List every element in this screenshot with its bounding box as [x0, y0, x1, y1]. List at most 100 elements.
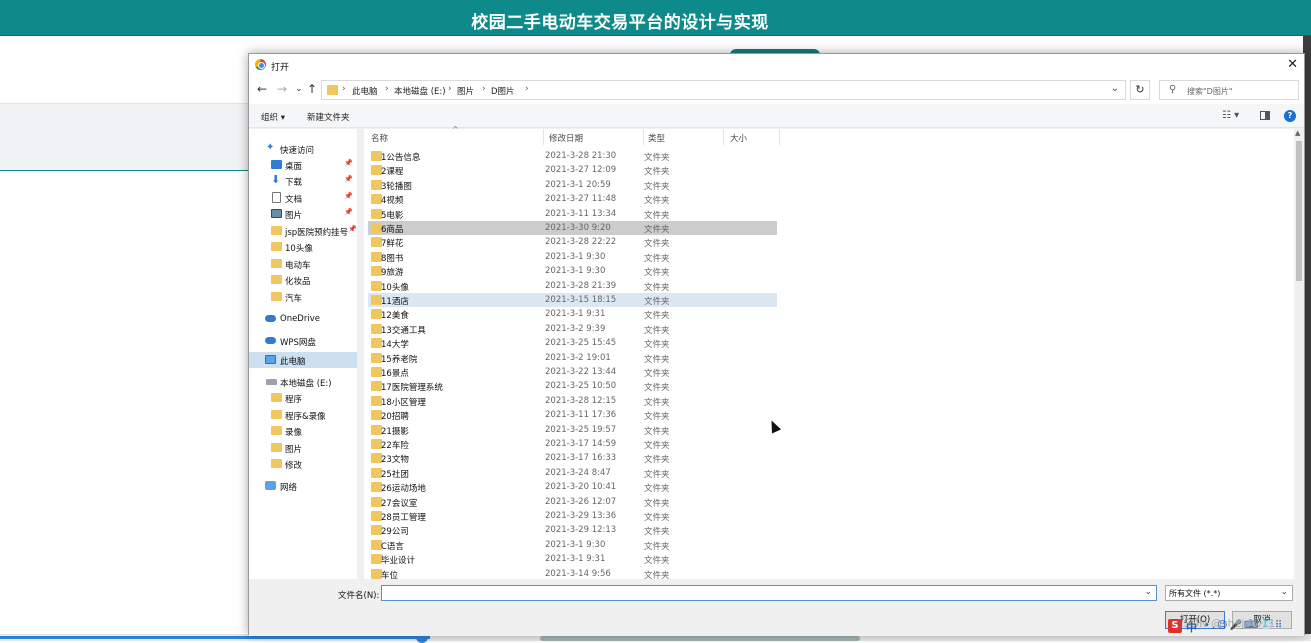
- recent-locations-icon[interactable]: ⌄: [295, 84, 303, 94]
- scroll-up-icon[interactable]: ▲: [1295, 129, 1300, 137]
- nav-item-cosmetics-folder[interactable]: 化妆品: [249, 272, 357, 288]
- nav-item-edit-folder[interactable]: 修改: [249, 456, 357, 472]
- chevron-down-icon[interactable]: ⌄: [1111, 83, 1119, 94]
- file-name: 14大学: [381, 340, 409, 351]
- file-row[interactable]: 26运动场地 2021-3-20 10:41 文件夹: [368, 480, 777, 494]
- column-name-header[interactable]: 名称: [371, 132, 388, 144]
- refresh-icon[interactable]: ↻: [1130, 80, 1150, 100]
- file-row[interactable]: 9旅游 2021-3-1 9:30 文件夹: [368, 264, 777, 278]
- chevron-down-icon[interactable]: ⌄: [1280, 587, 1288, 597]
- file-type-select[interactable]: 所有文件 (*.*) ⌄: [1165, 585, 1293, 601]
- chrome-icon: [255, 59, 266, 70]
- nav-item-pictures[interactable]: 图片 📌: [249, 206, 357, 222]
- column-type-header[interactable]: 类型: [648, 132, 665, 144]
- file-row[interactable]: 10头像 2021-3-28 21:39 文件夹: [368, 279, 777, 293]
- column-divider[interactable]: [543, 129, 544, 145]
- file-row[interactable]: 18小区管理 2021-3-28 12:15 文件夹: [368, 394, 777, 408]
- filename-input[interactable]: ⌄: [381, 585, 1157, 601]
- breadcrumb-item[interactable]: D图片: [491, 85, 515, 97]
- close-icon[interactable]: ✕: [1287, 57, 1298, 72]
- column-divider[interactable]: [723, 129, 724, 145]
- nav-item-label: 网络: [280, 483, 298, 493]
- new-folder-button[interactable]: 新建文件夹: [307, 111, 350, 123]
- file-row[interactable]: 11酒店 2021-3-15 18:15 文件夹: [368, 293, 777, 307]
- file-row[interactable]: 14大学 2021-3-25 15:45 文件夹: [368, 336, 777, 350]
- file-row[interactable]: 5电影 2021-3-11 13:34 文件夹: [368, 207, 777, 221]
- file-row[interactable]: 2课程 2021-3-27 12:09 文件夹: [368, 163, 777, 177]
- up-arrow-icon[interactable]: ↑: [307, 82, 317, 96]
- file-row[interactable]: 12美食 2021-3-1 9:31 文件夹: [368, 307, 777, 321]
- nav-item-quick-access[interactable]: ✦ 快速访问: [249, 141, 357, 157]
- vertical-scrollbar[interactable]: ▲: [1294, 129, 1304, 579]
- file-date: 2021-3-25 15:45: [545, 338, 617, 349]
- file-row[interactable]: 8图书 2021-3-1 9:30 文件夹: [368, 250, 777, 264]
- file-type-value: 所有文件 (*.*): [1169, 589, 1221, 598]
- file-row[interactable]: 20招聘 2021-3-11 17:36 文件夹: [368, 408, 777, 422]
- file-row[interactable]: 17医院管理系统 2021-3-25 10:50 文件夹: [368, 379, 777, 393]
- progress-track: [0, 636, 430, 639]
- column-date-header[interactable]: 修改日期: [549, 132, 583, 144]
- nav-item-downloads[interactable]: ⬇ 下载 📌: [249, 173, 357, 189]
- nav-item-jsp-hospital[interactable]: jsp医院预约挂号 📌: [249, 223, 357, 239]
- file-row[interactable]: C语言 2021-3-1 9:30 文件夹: [368, 538, 777, 552]
- nav-item-programs-video-folder[interactable]: 程序&录像: [249, 407, 357, 423]
- scrollbar-thumb[interactable]: [1296, 141, 1302, 281]
- nav-item-desktop[interactable]: 桌面 📌: [249, 157, 357, 173]
- file-row[interactable]: 22车险 2021-3-17 14:59 文件夹: [368, 437, 777, 451]
- file-row[interactable]: 13交通工具 2021-3-2 9:39 文件夹: [368, 322, 777, 336]
- file-row[interactable]: 16景点 2021-3-22 13:44 文件夹: [368, 365, 777, 379]
- file-name: 1公告信息: [381, 153, 421, 163]
- nav-item-car-folder[interactable]: 汽车: [249, 289, 357, 305]
- file-row[interactable]: 23文物 2021-3-17 16:33 文件夹: [368, 451, 777, 465]
- preview-pane-icon[interactable]: [1260, 111, 1270, 120]
- nav-item-local-disk[interactable]: 本地磁盘 (E:): [249, 374, 357, 390]
- file-date: 2021-3-1 9:30: [545, 539, 606, 550]
- column-divider[interactable]: [779, 129, 780, 145]
- nav-item-avatar-folder[interactable]: 10头像: [249, 239, 357, 255]
- file-row[interactable]: 15养老院 2021-3-2 19:01 文件夹: [368, 351, 777, 365]
- file-name: 6商品: [381, 225, 404, 235]
- bottom-scrollbar[interactable]: [540, 636, 860, 641]
- column-divider[interactable]: [643, 129, 644, 145]
- organize-button[interactable]: 组织 ▾: [261, 111, 285, 123]
- view-options-icon[interactable]: ☷ ▾: [1222, 110, 1239, 121]
- help-icon[interactable]: ?: [1284, 110, 1296, 122]
- nav-item-this-pc[interactable]: 此电脑: [249, 352, 357, 368]
- file-name: 28员工管理: [381, 513, 426, 523]
- nav-item-ebike-folder[interactable]: 电动车: [249, 256, 357, 272]
- chevron-down-icon[interactable]: ⌄: [1144, 587, 1152, 597]
- breadcrumb-separator-icon: ›: [385, 84, 389, 94]
- search-input[interactable]: ⚲ 搜索"D图片": [1159, 80, 1299, 100]
- back-arrow-icon[interactable]: ←: [257, 82, 267, 96]
- file-row[interactable]: 28员工管理 2021-3-29 13:36 文件夹: [368, 509, 777, 523]
- column-size-header[interactable]: 大小: [730, 132, 747, 144]
- file-row[interactable]: 7鲜花 2021-3-28 22:22 文件夹: [368, 235, 777, 249]
- address-bar[interactable]: › 此电脑 › 本地磁盘 (E:) › 图片 › D图片 › ⌄: [321, 80, 1126, 100]
- breadcrumb-item[interactable]: 此电脑: [352, 85, 378, 97]
- breadcrumb-item[interactable]: 本地磁盘 (E:): [394, 85, 446, 97]
- file-row[interactable]: 25社团 2021-3-24 8:47 文件夹: [368, 466, 777, 480]
- nav-item-onedrive[interactable]: OneDrive: [249, 311, 357, 327]
- nav-item-documents[interactable]: 文档 📌: [249, 190, 357, 206]
- file-type: 文件夹: [644, 441, 670, 451]
- file-row[interactable]: 1公告信息 2021-3-28 21:30 文件夹: [368, 149, 777, 163]
- nav-item-pictures-folder[interactable]: 图片: [249, 440, 357, 456]
- file-row[interactable]: 27会议室 2021-3-26 12:07 文件夹: [368, 495, 777, 509]
- search-icon: ⚲: [1169, 84, 1177, 95]
- file-row[interactable]: 29公司 2021-3-29 12:13 文件夹: [368, 523, 777, 537]
- breadcrumb-item[interactable]: 图片: [457, 85, 474, 97]
- nav-item-video-folder[interactable]: 录像: [249, 423, 357, 439]
- file-row[interactable]: 21摄影 2021-3-25 19:57 文件夹: [368, 423, 777, 437]
- file-date: 2021-3-15 18:15: [545, 295, 617, 305]
- file-row[interactable]: 毕业设计 2021-3-1 9:31 文件夹: [368, 552, 777, 566]
- file-row[interactable]: 3轮播图 2021-3-1 20:59 文件夹: [368, 178, 777, 192]
- file-row[interactable]: 6商品 2021-3-30 9:20 文件夹: [368, 221, 777, 235]
- nav-item-network[interactable]: 网络: [249, 478, 357, 494]
- file-row[interactable]: 4视频 2021-3-27 11:48 文件夹: [368, 192, 777, 206]
- nav-item-label: 修改: [285, 461, 303, 471]
- file-date: 2021-3-30 9:20: [545, 223, 611, 233]
- nav-item-programs-folder[interactable]: 程序: [249, 390, 357, 406]
- forward-arrow-icon[interactable]: →: [277, 82, 287, 96]
- nav-item-wps-cloud[interactable]: WPS网盘: [249, 333, 357, 349]
- file-type: 文件夹: [644, 253, 670, 264]
